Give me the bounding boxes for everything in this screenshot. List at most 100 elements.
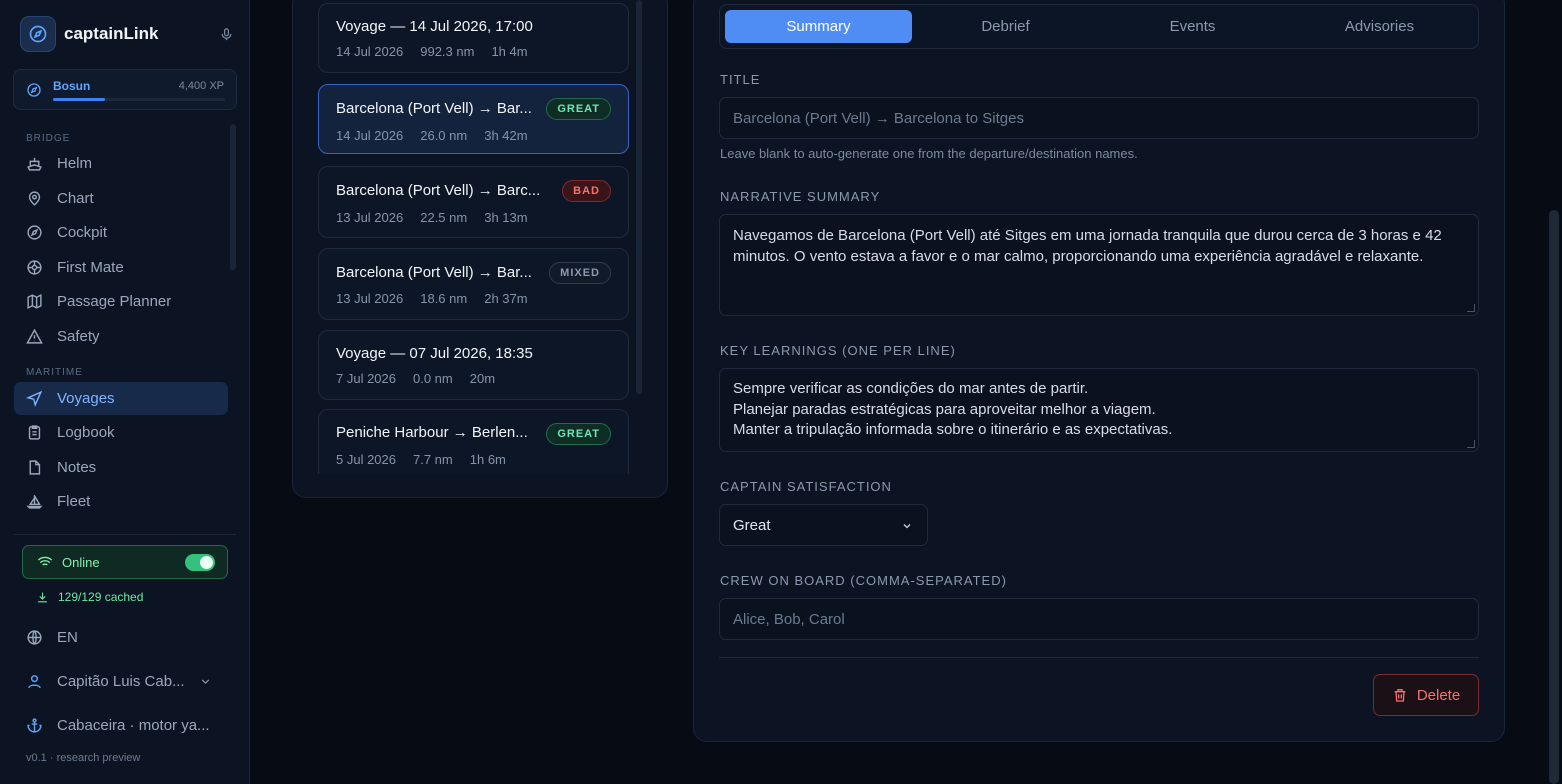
language-label: EN: [57, 629, 78, 646]
online-label: Online: [62, 554, 100, 570]
online-status[interactable]: Online: [22, 545, 228, 579]
rank-card[interactable]: Bosun 4,400 XP: [13, 69, 237, 110]
vessel-selector[interactable]: Cabaceira · motor ya...: [26, 717, 226, 734]
vessel-name: Cabaceira · motor ya...: [57, 717, 210, 734]
microphone-icon[interactable]: [216, 24, 236, 44]
clipboard-icon: [28, 425, 41, 440]
sidebar-item-logbook[interactable]: Logbook: [14, 416, 228, 449]
sidebar-item-cockpit[interactable]: Cockpit: [14, 216, 228, 249]
learning-line: Planejar paradas estratégicas para aprov…: [733, 400, 1156, 418]
satisfaction-badge: GREAT: [546, 423, 611, 445]
resize-handle[interactable]: [1467, 304, 1475, 312]
file-icon: [29, 460, 41, 475]
learning-line: Sempre verificar as condições do mar ant…: [733, 380, 1089, 397]
online-toggle[interactable]: [185, 554, 215, 571]
download-icon: [38, 592, 47, 602]
compass-logo-icon: [20, 16, 56, 52]
globe-icon: [27, 630, 42, 645]
sidebar-item-helm[interactable]: Helm: [14, 147, 228, 180]
voyage-distance: 7.7 nm: [413, 452, 453, 467]
tab-summary[interactable]: Summary: [725, 10, 912, 43]
sidebar-item-notes[interactable]: Notes: [14, 451, 228, 484]
ship-icon: [27, 157, 42, 171]
crew-label: CREW ON BOARD (COMMA-SEPARATED): [720, 573, 1007, 588]
voyage-list-item[interactable]: Barcelona (Port Vell) → Barc... BAD 13 J…: [318, 166, 629, 238]
version-label: v0.1 · research preview: [26, 752, 141, 764]
section-label-bridge: BRIDGE: [26, 133, 71, 144]
sidebar-scrollbar[interactable]: [230, 124, 236, 270]
title-hint: Leave blank to auto-generate one from th…: [720, 146, 1138, 161]
rank-progress-bar: [53, 98, 225, 101]
learnings-textarea[interactable]: Sempre verificar as condições do mar ant…: [719, 368, 1479, 452]
rank-progress-fill: [53, 98, 105, 101]
tab-debrief[interactable]: Debrief: [912, 10, 1099, 43]
voyage-date: 5 Jul 2026: [336, 452, 396, 467]
satisfaction-value: Great: [733, 516, 771, 534]
voyage-title: Barcelona (Port Vell) → Bar...: [336, 100, 532, 117]
tab-advisories[interactable]: Advisories: [1286, 10, 1473, 43]
brand: captainLink: [20, 16, 236, 52]
learnings-label: KEY LEARNINGS (ONE PER LINE): [720, 343, 956, 358]
satisfaction-select[interactable]: Great: [719, 504, 928, 546]
voyage-title: Voyage — 14 Jul 2026, 17:00: [336, 18, 533, 35]
voyage-list-item-selected[interactable]: Barcelona (Port Vell) → Bar... GREAT 14 …: [318, 84, 629, 154]
user-menu[interactable]: Capitão Luis Cab...: [26, 673, 226, 690]
section-label-maritime: MARITIME: [26, 367, 83, 378]
voyage-date: 14 Jul 2026: [336, 44, 404, 59]
compass-icon: [27, 83, 41, 97]
voyage-list-item[interactable]: Peniche Harbour → Berlen... GREAT 5 Jul …: [318, 409, 629, 474]
voyage-meta: 7 Jul 2026 0.0 nm 20m: [336, 371, 495, 386]
voyage-list-item[interactable]: Voyage — 07 Jul 2026, 18:35 7 Jul 2026 0…: [318, 330, 629, 400]
rank-name: Bosun: [53, 79, 91, 93]
sidebar-item-fleet[interactable]: Fleet: [14, 485, 228, 518]
voyage-title: Barcelona (Port Vell) → Barc...: [336, 182, 541, 199]
app-window: captainLink Bosun 4,400 XP BRIDGE Helm C…: [0, 0, 1562, 784]
voyage-duration: 1h 6m: [469, 452, 506, 467]
satisfaction-badge: MIXED: [549, 262, 611, 284]
sidebar: captainLink Bosun 4,400 XP BRIDGE Helm C…: [0, 0, 250, 784]
sidebar-item-safety[interactable]: Safety: [14, 320, 228, 353]
resize-handle[interactable]: [1467, 440, 1475, 448]
sidebar-item-voyages[interactable]: Voyages: [14, 382, 228, 415]
voyage-title: Barcelona (Port Vell) → Bar...: [336, 264, 532, 281]
crew-input[interactable]: Alice, Bob, Carol: [719, 598, 1479, 640]
voyage-list-item[interactable]: Barcelona (Port Vell) → Bar... MIXED 13 …: [318, 248, 629, 320]
cache-label: 129/129 cached: [58, 590, 144, 604]
page-scrollbar[interactable]: [1549, 210, 1559, 784]
language-selector[interactable]: EN: [26, 629, 226, 646]
narrative-textarea[interactable]: Navegamos de Barcelona (Port Vell) até S…: [719, 214, 1479, 316]
voyage-list-scrollbar[interactable]: [636, 0, 642, 394]
tab-events[interactable]: Events: [1099, 10, 1286, 43]
title-input[interactable]: Barcelona (Port Vell) → Barcelona to Sit…: [719, 97, 1479, 139]
sidebar-item-label: Helm: [57, 155, 93, 172]
anchor-icon: [27, 718, 42, 733]
sidebar-item-label: Chart: [57, 190, 94, 207]
sidebar-item-passage-planner[interactable]: Passage Planner: [14, 285, 228, 318]
rank-xp: 4,400 XP: [178, 80, 224, 92]
brand-name: captainLink: [64, 24, 159, 43]
sidebar-item-first-mate[interactable]: First Mate: [14, 251, 228, 284]
delete-button[interactable]: Delete: [1373, 674, 1479, 716]
title-label: TITLE: [720, 72, 761, 87]
voyage-meta: 5 Jul 2026 7.7 nm 1h 6m: [336, 452, 506, 467]
satisfaction-badge: BAD: [562, 180, 611, 202]
sidebar-item-chart[interactable]: Chart: [14, 182, 228, 215]
map-icon: [27, 293, 42, 310]
trash-icon: [1394, 689, 1406, 702]
narrative-label: NARRATIVE SUMMARY: [720, 189, 881, 204]
voyage-meta: 13 Jul 2026 18.6 nm 2h 37m: [336, 291, 528, 306]
helm-wheel-icon: [27, 260, 42, 275]
voyage-duration: 3h 13m: [484, 210, 528, 225]
detail-tabs: Summary Debrief Events Advisories: [719, 4, 1479, 49]
voyage-distance: 26.0 nm: [420, 128, 468, 143]
user-icon: [28, 675, 41, 689]
sidebar-item-label: Cockpit: [57, 224, 108, 241]
sidebar-divider: [14, 534, 236, 535]
sidebar-item-label: First Mate: [57, 259, 124, 276]
voyage-distance: 0.0 nm: [413, 371, 453, 386]
voyage-distance: 22.5 nm: [420, 210, 468, 225]
cache-status: 129/129 cached: [36, 590, 143, 604]
delete-label: Delete: [1416, 686, 1461, 704]
voyage-duration: 1h 4m: [491, 44, 528, 59]
voyage-list-item[interactable]: Voyage — 14 Jul 2026, 17:00 14 Jul 2026 …: [318, 3, 629, 73]
